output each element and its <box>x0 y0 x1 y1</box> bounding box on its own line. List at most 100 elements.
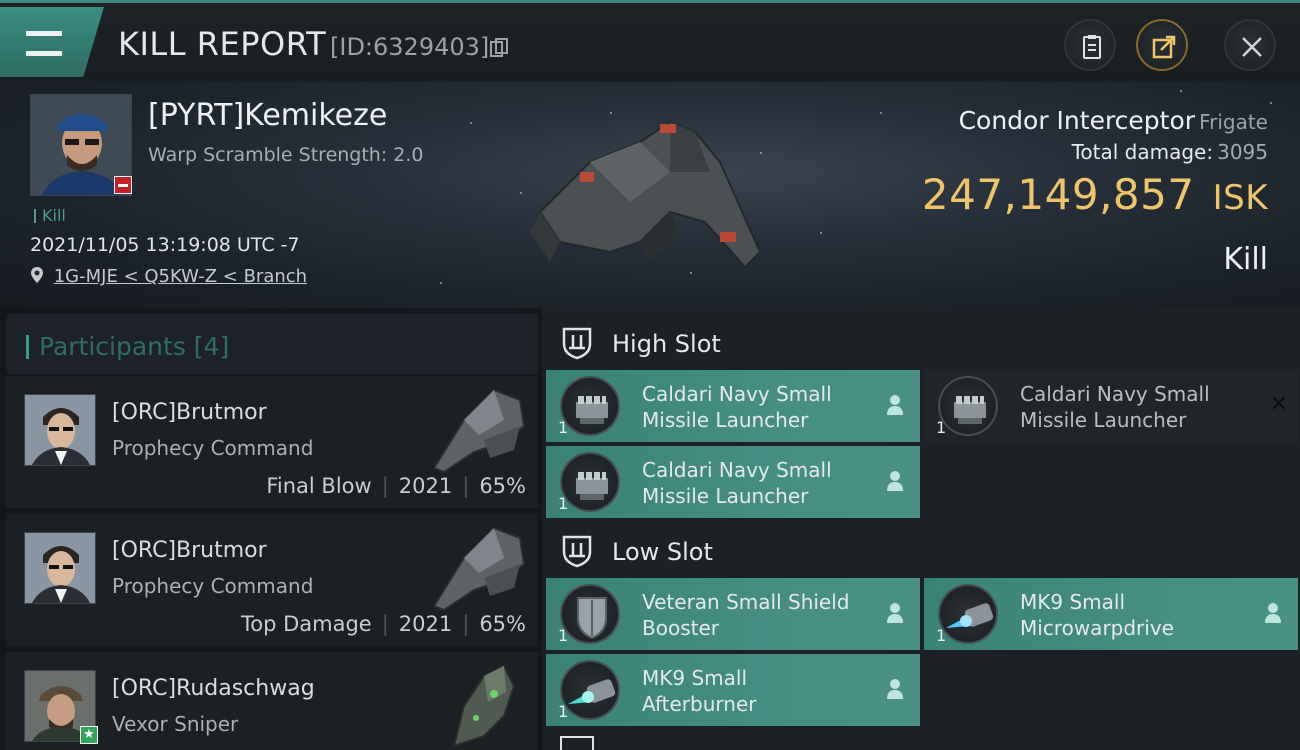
module-name-line1: Caldari Navy Small <box>642 382 832 406</box>
kill-type-label: Kill <box>1223 242 1268 277</box>
victim-pilot-name[interactable]: [PYRT]Kemikeze <box>148 98 387 133</box>
pilot-person-icon <box>887 679 903 699</box>
participant-avatar[interactable] <box>24 532 96 604</box>
module-name-line1: Veteran Small Shield <box>642 590 850 614</box>
participant-ship-image <box>452 664 516 748</box>
slot-shield-icon <box>562 327 592 360</box>
microwarpdrive-icon <box>938 584 998 644</box>
low-slot-title: Low Slot <box>612 538 713 566</box>
module-name: MK9 Small Microwarpdrive <box>1020 589 1260 641</box>
share-icon <box>1152 35 1176 59</box>
pilot-person-icon <box>1265 603 1281 623</box>
module-quantity: 1 <box>558 702 569 721</box>
participant-stats: Top Damage | 2021 | 65% <box>240 612 526 636</box>
module-quantity: 1 <box>558 418 569 437</box>
mid-slot-header-partial <box>560 736 594 750</box>
clipboard-button[interactable] <box>1064 19 1116 71</box>
total-damage: Total damage: 3095 <box>1072 140 1268 164</box>
module-item[interactable]: 1 MK9 Small Microwarpdrive <box>924 578 1298 650</box>
victim-panel: [PYRT]Kemikeze Warp Scramble Strength: 2… <box>0 82 1300 308</box>
pilot-person-icon <box>887 471 903 491</box>
module-item[interactable]: 1 Caldari Navy Small Missile Launcher <box>546 370 920 442</box>
participants-header: Participants [4] <box>6 314 538 374</box>
participant-name: [ORC]Brutmor <box>112 400 267 425</box>
kill-location[interactable]: 1G-MJE < Q5KW-Z < Branch <box>30 266 307 287</box>
victim-ship-image[interactable] <box>520 102 780 282</box>
corp-star-badge: ★ <box>80 726 98 744</box>
module-item[interactable]: 1 MK9 Small Afterburner <box>546 654 920 726</box>
participant-ship-image <box>432 526 526 612</box>
participant-role: Top Damage <box>240 612 372 636</box>
participant-ship: Prophecy Command <box>112 436 314 460</box>
total-damage-value: 3095 <box>1217 140 1268 164</box>
module-name: Caldari Navy Small Missile Launcher <box>642 381 882 433</box>
location-pin-icon <box>31 267 43 283</box>
module-name-line2: Booster <box>642 616 719 640</box>
location-link[interactable]: 1G-MJE < Q5KW-Z < Branch <box>54 266 307 287</box>
module-name-line1: Caldari Navy Small <box>642 458 832 482</box>
participants-panel: Participants [4] [ORC]Brutmor Prophecy C… <box>0 308 542 750</box>
participant-damage: 2021 <box>398 474 453 498</box>
module-name-line1: MK9 Small <box>1020 590 1125 614</box>
participant-row[interactable]: [ORC]Brutmor Prophecy Command Final Blow… <box>6 376 538 510</box>
isk-unit: ISK <box>1212 178 1268 218</box>
shield-booster-icon <box>560 584 620 644</box>
module-name: MK9 Small Afterburner <box>642 665 882 717</box>
participant-ship-image <box>432 388 526 474</box>
module-name-line2: Missile Launcher <box>1020 408 1187 432</box>
module-item[interactable]: 1 Caldari Navy Small Missile Launcher <box>546 446 920 518</box>
participant-avatar[interactable] <box>24 394 96 466</box>
module-quantity: 1 <box>558 494 569 513</box>
share-button[interactable] <box>1136 19 1188 71</box>
module-name: Caldari Navy Small Missile Launcher <box>1020 381 1260 433</box>
module-name-line2: Missile Launcher <box>642 408 809 432</box>
isk-amount: 247,149,857 <box>921 170 1195 219</box>
close-button[interactable] <box>1224 19 1276 71</box>
hamburger-icon <box>26 31 62 57</box>
participant-percent: 65% <box>479 612 526 636</box>
result-tag: Kill <box>34 206 66 225</box>
missile-launcher-icon <box>560 376 620 436</box>
slot-shield-icon <box>562 535 592 568</box>
afterburner-icon <box>560 660 620 720</box>
module-quantity: 1 <box>936 418 947 437</box>
isk-value: 247,149,857 ISK <box>922 170 1268 219</box>
module-name: Caldari Navy Small Missile Launcher <box>642 457 882 509</box>
copy-icon[interactable] <box>490 38 508 58</box>
high-slot-header: High Slot <box>542 312 1300 372</box>
module-quantity: 1 <box>558 626 569 645</box>
high-slot-title: High Slot <box>612 330 721 358</box>
module-item[interactable]: 1 Caldari Navy Small Missile Launcher ✕ <box>924 370 1298 442</box>
victim-ship-name[interactable]: Condor Interceptor Frigate <box>959 106 1268 135</box>
participants-title: Participants [4] <box>26 332 229 361</box>
module-name: Veteran Small Shield Booster <box>642 589 882 641</box>
kill-datetime: 2021/11/05 13:19:08 UTC -7 <box>30 234 300 256</box>
fitting-panel: High Slot 1 Caldari Navy Small Missile L… <box>542 308 1300 750</box>
module-name-line2: Missile Launcher <box>642 484 809 508</box>
hostile-status-badge <box>114 176 132 194</box>
missile-launcher-icon <box>938 376 998 436</box>
missile-launcher-icon <box>560 452 620 512</box>
module-name-line2: Microwarpdrive <box>1020 616 1174 640</box>
menu-button[interactable] <box>0 7 104 77</box>
participant-ship: Prophecy Command <box>112 574 314 598</box>
participant-row[interactable]: ★ [ORC]Rudaschwag Vexor Sniper <box>6 652 538 750</box>
report-id: [ID:6329403] <box>330 33 490 61</box>
module-name-line2: Afterburner <box>642 692 757 716</box>
module-quantity: 1 <box>936 626 947 645</box>
participant-row[interactable]: [ORC]Brutmor Prophecy Command Top Damage… <box>6 514 538 648</box>
top-bar: KILL REPORT [ID:6329403] <box>0 0 1300 82</box>
participant-ship: Vexor Sniper <box>112 712 239 736</box>
participant-percent: 65% <box>479 474 526 498</box>
ship-name-text: Condor Interceptor <box>958 106 1196 135</box>
page-title: KILL REPORT <box>118 25 327 63</box>
participant-stats: Final Blow | 2021 | 65% <box>266 474 526 498</box>
clipboard-icon <box>1083 35 1101 59</box>
close-icon <box>1242 37 1262 57</box>
module-item[interactable]: 1 Veteran Small Shield Booster <box>546 578 920 650</box>
ship-class: Frigate <box>1199 110 1268 134</box>
module-name-line1: MK9 Small <box>642 666 747 690</box>
participant-name: [ORC]Brutmor <box>112 538 267 563</box>
pilot-person-icon <box>887 395 903 415</box>
destroyed-x-icon: ✕ <box>1269 392 1288 417</box>
